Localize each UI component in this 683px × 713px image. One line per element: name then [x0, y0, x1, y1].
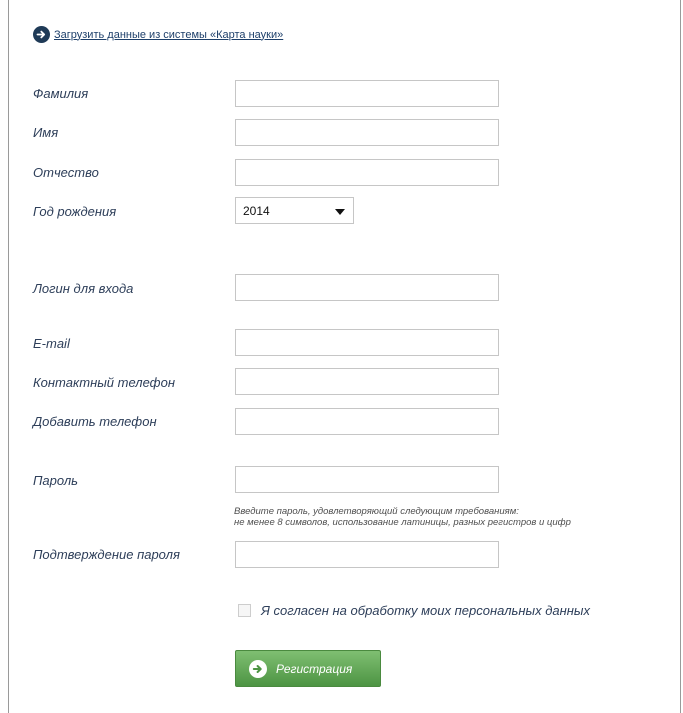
password-hint-line2: не менее 8 символов, использование латин…	[234, 517, 571, 528]
first-name-input[interactable]	[235, 119, 499, 146]
birth-year-value: 2014	[243, 203, 270, 218]
phone-label: Контактный телефон	[33, 375, 176, 390]
password-label: Пароль	[33, 473, 78, 488]
birth-year-select[interactable]: 2014	[235, 197, 354, 224]
load-from-science-map-link[interactable]: Загрузить данные из системы «Карта науки…	[33, 26, 283, 43]
last-name-label: Фамилия	[33, 86, 89, 101]
consent-checkbox[interactable]	[238, 604, 251, 617]
email-label: E-mail	[33, 336, 70, 351]
last-name-input[interactable]	[235, 80, 499, 107]
register-button[interactable]: Регистрация	[235, 650, 381, 687]
add-phone-input[interactable]	[235, 408, 499, 435]
phone-input[interactable]	[235, 368, 499, 395]
password-hint-line1: Введите пароль, удовлетворяющий следующи…	[234, 506, 519, 517]
consent-row: Я согласен на обработку моих персональны…	[238, 603, 590, 618]
birth-year-label: Год рождения	[33, 204, 117, 219]
load-link-label: Загрузить данные из системы «Карта науки…	[54, 28, 284, 41]
password-confirm-input[interactable]	[235, 541, 499, 568]
password-confirm-label: Подтверждение пароля	[33, 547, 180, 562]
dropdown-arrow-icon	[335, 202, 345, 220]
consent-label[interactable]: Я согласен на обработку моих персональны…	[261, 603, 590, 618]
patronymic-input[interactable]	[235, 159, 499, 186]
password-input[interactable]	[235, 466, 499, 493]
arrow-circle-icon	[249, 659, 267, 678]
arrow-circle-icon	[33, 26, 50, 43]
register-button-label: Регистрация	[276, 661, 353, 676]
first-name-label: Имя	[33, 125, 59, 140]
password-hint: Введите пароль, удовлетворяющий следующи…	[234, 506, 571, 528]
email-input[interactable]	[235, 329, 499, 356]
login-input[interactable]	[235, 274, 499, 301]
login-label: Логин для входа	[33, 281, 134, 296]
patronymic-label: Отчество	[33, 165, 99, 180]
add-phone-label: Добавить телефон	[33, 414, 157, 429]
